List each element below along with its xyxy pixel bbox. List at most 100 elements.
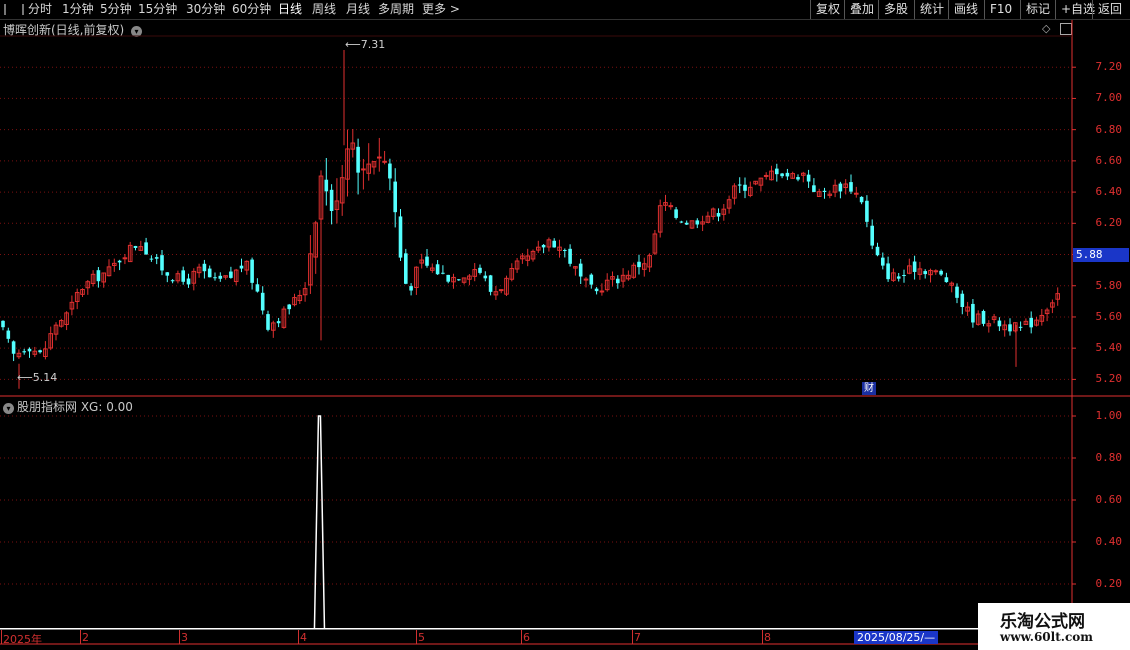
date-axis-tick [632,630,633,644]
date-axis-tick [298,630,299,644]
candle-body [933,270,939,273]
candle-body [806,174,811,182]
candle-body [218,275,223,279]
candle-body [117,260,122,263]
candle-body [997,320,1002,327]
candle-body [276,321,281,324]
candle-body [870,225,874,246]
candle-body [796,177,800,180]
candle-body [854,192,859,195]
low-price-label: ⟵5.14 [17,371,58,384]
candle-body [144,242,148,255]
finance-badge[interactable]: 财 [862,382,876,395]
candle-body [812,185,816,192]
candle-body [446,274,450,282]
candle-body [165,272,170,276]
date-axis-label: 2 [82,631,89,644]
candle-body [388,163,392,179]
candle-body [181,270,185,282]
date-axis-label: 3 [181,631,188,644]
candle-body [202,263,207,272]
candle-body [488,275,493,292]
candle-body [552,240,556,248]
candle-body [912,261,917,272]
date-axis-tick [762,630,763,644]
candle-body [393,181,397,213]
candle-body [589,274,594,285]
candle-body [435,264,440,275]
date-axis-tick [179,630,180,644]
cursor-date: 2025/08/25/— [854,631,939,644]
candle-body [902,274,906,276]
date-axis-tick [80,630,81,644]
candle-body [213,277,217,279]
candle-body [695,220,700,225]
date-axis-label: 8 [764,631,771,644]
candle-body [478,267,482,273]
candle-body [260,292,265,311]
candle-body [763,174,769,177]
candle-body [96,270,101,282]
candle-body [955,286,959,298]
candle-body [404,253,408,284]
price-axis-label: 6.60 [1095,153,1123,167]
candle-body [716,212,721,217]
candle-body [1018,326,1023,328]
indicator-axis-label: 0.80 [1095,451,1123,464]
price-axis-label: 6.80 [1095,122,1123,136]
candle-body [881,257,885,266]
xg-signal-line [313,415,326,629]
candle-body [122,257,128,260]
candle-body [923,271,927,275]
indicator-axis-label: 0.60 [1095,493,1123,506]
candle-body [266,314,270,330]
candle-body [22,351,26,353]
indicator-axis-label: 1.00 [1095,409,1123,422]
candle-body [483,275,488,279]
candle-body [149,258,154,260]
candle-body [398,216,403,258]
candle-body [981,311,986,324]
price-axis-label: 6.20 [1095,216,1123,230]
price-axis-label: 7.00 [1095,91,1123,105]
candle-body [6,330,11,339]
candle-body [674,209,678,218]
candle-body [775,168,779,175]
candle-body [1029,317,1033,328]
candle-body [594,288,599,292]
candle-body [498,289,504,292]
candlestick-chart[interactable] [0,0,1130,650]
candle-body [737,184,742,186]
price-axis-label: 7.20 [1095,60,1123,74]
price-axis-label: 6.40 [1095,185,1123,199]
candle-body [170,280,175,282]
candle-body [939,270,943,275]
candle-body [287,304,291,310]
candle-body [382,160,387,163]
candle-body [637,261,641,268]
candle-body [239,265,244,269]
candle-body [255,284,260,292]
candle-body [356,146,360,173]
candle-body [133,245,138,248]
high-price-label: ⟵7.31 [345,38,386,51]
candle-body [457,279,461,281]
candle-body [679,221,684,223]
watermark-logo: 乐淘公式网 www.60lt.com [978,603,1130,650]
candle-body [377,156,382,159]
candle-body [865,200,869,222]
price-axis-label: 5.60 [1095,309,1123,323]
date-axis-label: 7 [634,631,641,644]
candle-body [409,286,413,291]
candle-body [960,293,965,307]
candle-body [441,272,445,274]
date-axis-label: 6 [523,631,530,644]
date-axis-tick [1,630,2,644]
candle-body [849,182,853,192]
price-axis-label: 5.40 [1095,341,1123,355]
candle-body [27,348,32,352]
candle-body [780,173,784,177]
candle-body [785,172,790,177]
candle-body [859,196,864,203]
candle-body [207,268,212,278]
